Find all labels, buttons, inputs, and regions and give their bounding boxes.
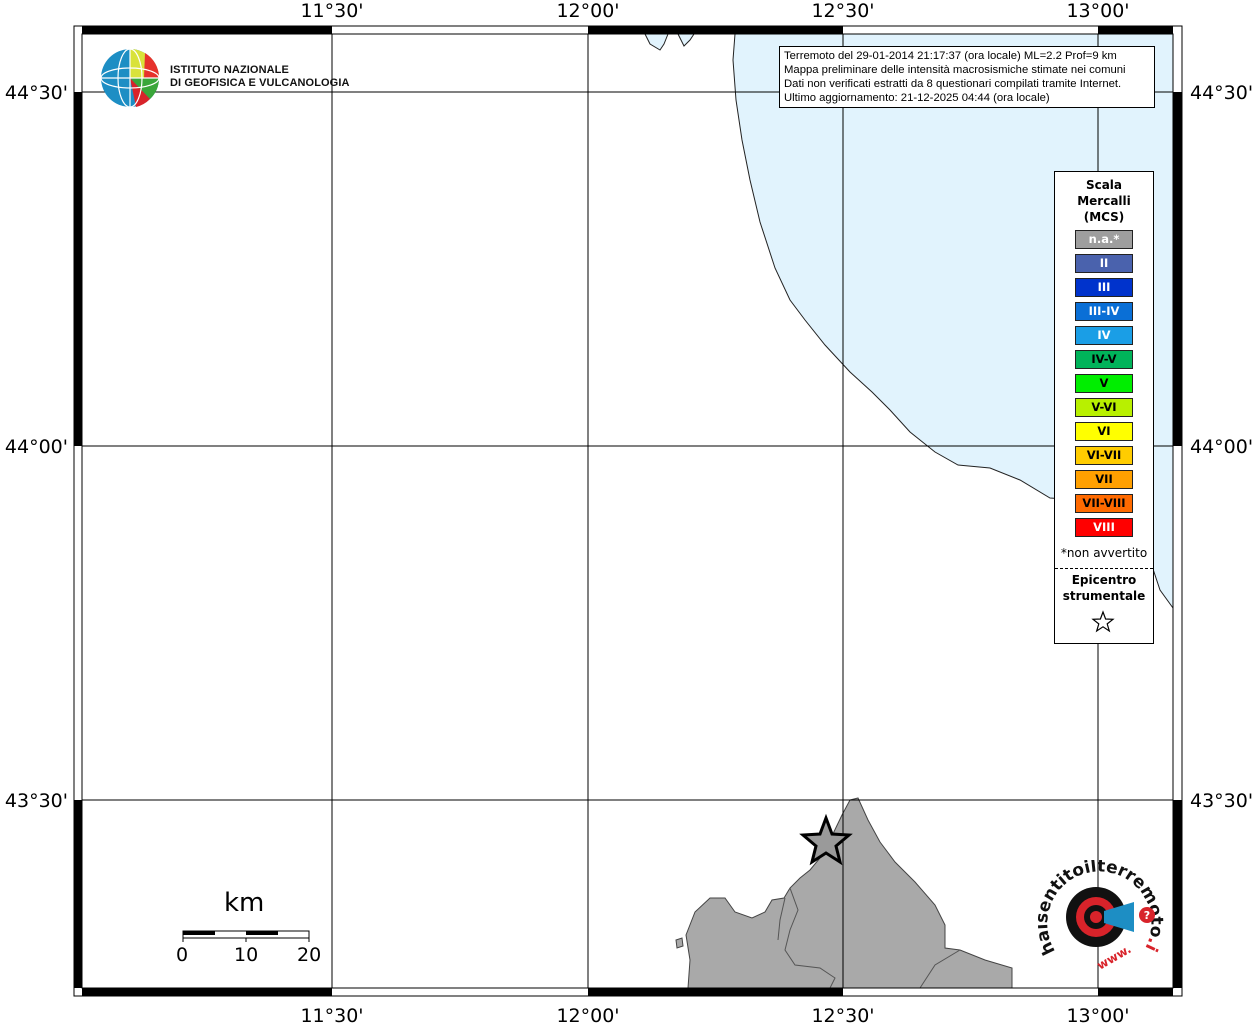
legend-title: Scala Mercalli (MCS) bbox=[1055, 177, 1153, 225]
mcs-legend: Scala Mercalli (MCS) n.a.* II III III-IV IV I… bbox=[1054, 171, 1154, 644]
legend-swatch-iii-iv: III-IV bbox=[1075, 302, 1133, 321]
legend-separator bbox=[1055, 568, 1153, 569]
lat-label-left-1: 44°30' bbox=[5, 82, 68, 104]
lon-label-top-2: 12°00' bbox=[556, 0, 619, 22]
legend-swatch-viii: VIII bbox=[1075, 518, 1133, 537]
legend-swatch-iii: III bbox=[1075, 278, 1133, 297]
ingv-logo-line1: ISTITUTO NAZIONALE bbox=[170, 64, 289, 76]
lon-label-top-1: 11°30' bbox=[300, 0, 363, 22]
ingv-logo-text: ISTITUTO NAZIONALE DI GEOFISICA E VULCAN… bbox=[170, 64, 350, 90]
legend-swatch-ii: II bbox=[1075, 254, 1133, 273]
legend-swatch-vi: VI bbox=[1075, 422, 1133, 441]
lon-label-top-4: 13°00' bbox=[1066, 0, 1129, 22]
legend-swatch-v: V bbox=[1075, 374, 1133, 393]
legend-epicenter-title: Epicentro strumentale bbox=[1055, 572, 1153, 604]
svg-text:?: ? bbox=[1144, 909, 1150, 922]
legend-title-line2: Mercalli bbox=[1077, 194, 1131, 208]
lon-label-bottom-1: 11°30' bbox=[300, 1005, 363, 1024]
legend-na-note: *non avvertito bbox=[1060, 546, 1148, 560]
legend-swatch-vi-vii: VI-VII bbox=[1075, 446, 1133, 465]
legend-swatch-v-vi: V-VI bbox=[1075, 398, 1133, 417]
highlighted-region bbox=[685, 797, 1013, 989]
lon-label-top-3: 12°30' bbox=[811, 0, 874, 22]
island bbox=[675, 937, 684, 949]
legend-swatch-n-a-: n.a.* bbox=[1075, 230, 1133, 249]
legend-swatch-vii: VII bbox=[1075, 470, 1133, 489]
lon-label-bottom-4: 13°00' bbox=[1066, 1005, 1129, 1024]
info-line-1: Terremoto del 29-01-2014 21:17:37 (ora l… bbox=[784, 50, 1117, 62]
info-line-2: Mappa preliminare delle intensità macros… bbox=[784, 64, 1126, 76]
event-info-box: Terremoto del 29-01-2014 21:17:37 (ora l… bbox=[779, 46, 1155, 108]
coastline-detail bbox=[644, 33, 669, 51]
lat-label-right-2: 44°00' bbox=[1190, 436, 1253, 458]
legend-title-line1: Scala bbox=[1085, 178, 1123, 192]
scale-tick-0: 0 bbox=[176, 944, 189, 966]
legend-epicenter-line1: Epicentro bbox=[1071, 573, 1137, 587]
legend-swatch-iv: IV bbox=[1075, 326, 1133, 345]
legend-epicenter-line2: strumentale bbox=[1062, 589, 1146, 603]
scale-unit-label: km bbox=[224, 888, 265, 918]
ingv-logo-line2: DI GEOFISICA E VULCANOLOGIA bbox=[170, 77, 350, 89]
lon-label-bottom-2: 12°00' bbox=[556, 1005, 619, 1024]
lat-label-right-1: 44°30' bbox=[1190, 82, 1253, 104]
lon-label-bottom-3: 12°30' bbox=[811, 1005, 874, 1024]
lat-label-right-3: 43°30' bbox=[1190, 790, 1253, 812]
coastline-detail-2 bbox=[677, 33, 695, 47]
scale-bar bbox=[182, 930, 310, 942]
legend-swatch-vii-viii: VII-VIII bbox=[1075, 494, 1133, 513]
info-line-3: Dati non verificati estratti da 8 questi… bbox=[784, 78, 1122, 90]
scale-tick-20: 20 bbox=[297, 944, 322, 966]
legend-title-line3: (MCS) bbox=[1083, 210, 1125, 224]
info-line-4: Ultimo aggiornamento: 21-12-2025 04:44 (… bbox=[784, 92, 1050, 104]
scale-tick-10: 10 bbox=[234, 944, 259, 966]
ingv-globe-icon bbox=[100, 48, 160, 108]
lat-label-left-3: 43°30' bbox=[5, 790, 68, 812]
legend-star-icon bbox=[1091, 610, 1115, 633]
hsit-logo: haisentitoilterremoto.it www. ? bbox=[1038, 860, 1166, 973]
lat-label-left-2: 44°00' bbox=[5, 436, 68, 458]
legend-swatch-iv-v: IV-V bbox=[1075, 350, 1133, 369]
